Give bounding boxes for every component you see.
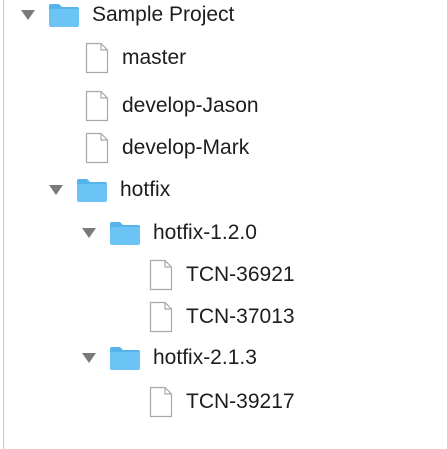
tree-item-label: TCN-39217 xyxy=(186,390,295,413)
file-icon xyxy=(148,258,174,292)
project-tree: Sample Project master develop-Jason deve… xyxy=(0,0,447,449)
tree-item-label: Sample Project xyxy=(92,3,235,26)
tree-item-label: TCN-37013 xyxy=(186,305,295,328)
tree-item-label: TCN-36921 xyxy=(186,263,295,286)
tree-item-label: hotfix-1.2.0 xyxy=(153,221,257,244)
tree-row-tcn-37013[interactable]: TCN-37013 xyxy=(148,297,295,337)
disclosure-triangle-icon[interactable] xyxy=(81,226,97,240)
tree-row-hotfix-2-1-3[interactable]: hotfix-2.1.3 xyxy=(81,338,257,378)
file-icon xyxy=(84,131,110,165)
tree-row-sample-project[interactable]: Sample Project xyxy=(20,0,234,35)
file-icon xyxy=(148,385,174,419)
tree-row-tcn-39217[interactable]: TCN-39217 xyxy=(148,382,295,422)
tree-item-label: develop-Jason xyxy=(122,94,259,117)
disclosure-triangle-icon[interactable] xyxy=(48,183,64,197)
tree-item-label: develop-Mark xyxy=(122,136,250,159)
folder-icon xyxy=(76,176,108,204)
folder-icon xyxy=(109,344,141,372)
tree-row-tcn-36921[interactable]: TCN-36921 xyxy=(148,255,295,295)
folder-icon xyxy=(48,1,80,29)
tree-item-label: hotfix-2.1.3 xyxy=(153,346,257,369)
folder-icon xyxy=(109,219,141,247)
file-icon xyxy=(84,89,110,123)
disclosure-triangle-icon[interactable] xyxy=(81,351,97,365)
file-icon xyxy=(148,300,174,334)
disclosure-triangle-icon[interactable] xyxy=(20,8,36,22)
tree-item-label: master xyxy=(122,46,187,69)
tree-row-hotfix-1-2-0[interactable]: hotfix-1.2.0 xyxy=(81,213,257,253)
tree-row-hotfix[interactable]: hotfix xyxy=(48,170,170,210)
tree-row-develop-jason[interactable]: develop-Jason xyxy=(84,86,259,126)
tree-row-master[interactable]: master xyxy=(84,38,186,78)
file-icon xyxy=(84,41,110,75)
tree-item-label: hotfix xyxy=(120,178,171,201)
tree-row-develop-mark[interactable]: develop-Mark xyxy=(84,128,249,168)
